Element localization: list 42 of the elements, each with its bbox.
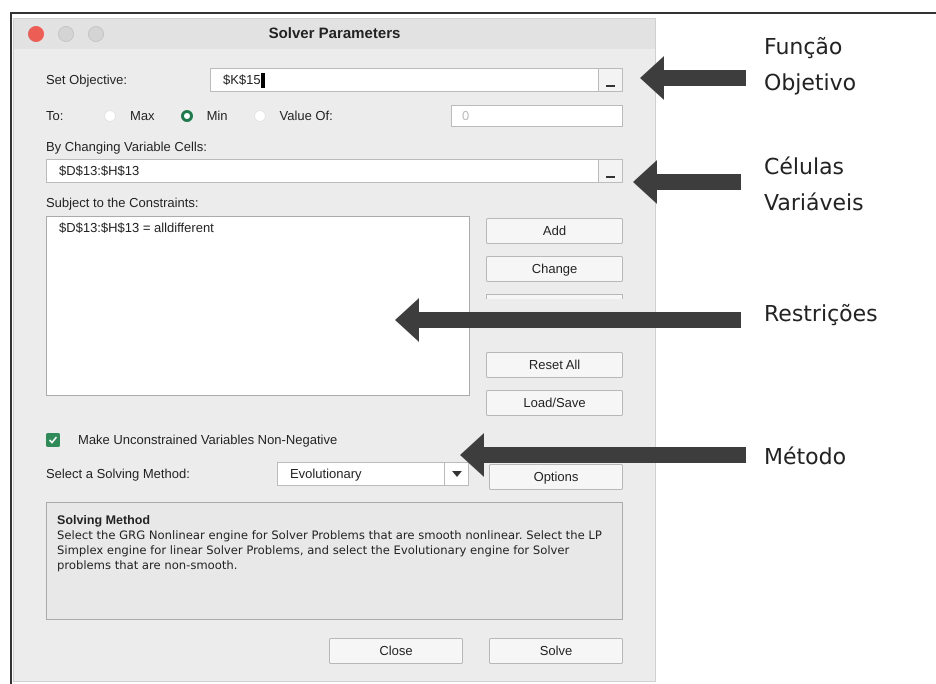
field-label: Subject to the Constraints: [46, 194, 200, 212]
options-button[interactable]: Options [489, 464, 623, 490]
field-label: By Changing Variable Cells: [46, 138, 208, 156]
annotation-text: Método [764, 444, 846, 472]
checkbox[interactable] [46, 432, 60, 447]
check-icon [48, 434, 58, 445]
constraint-button[interactable]: Change [486, 256, 623, 282]
field-label: To: [46, 107, 64, 126]
arrow-icon [633, 160, 741, 204]
footer-button[interactable]: Close [329, 638, 463, 664]
annotation-text: Função [764, 34, 844, 62]
constraint-button[interactable]: Add [486, 218, 623, 244]
radio-option[interactable]: Value Of: [254, 106, 333, 126]
window-title: Solver Parameters [268, 24, 400, 44]
objective-field[interactable]: $K$15 [210, 68, 623, 92]
arrow-icon [640, 56, 746, 100]
collapse-button[interactable] [598, 69, 622, 91]
collapse-button[interactable] [598, 160, 622, 182]
info-title: Solving Method [57, 512, 152, 528]
radio-option[interactable]: Min [180, 106, 228, 126]
constraints-list[interactable]: $D$13:$H$13 = alldifferent [46, 216, 470, 396]
annotation-text: Células [764, 154, 846, 182]
info-text: Select the GRG Nonlinear engine for Solver Problems that are smooth nonlinear. Select the LP Simplex engine for linear Solver Problems, and select the Evolutionary engine for Solver problems that are non-smooth. [57, 528, 603, 572]
field-label: Select a Solving Method: [46, 464, 191, 483]
constraint-button[interactable]: Load/Save [486, 390, 623, 416]
arrow-icon [395, 298, 741, 342]
footer-button[interactable]: Solve [489, 638, 623, 664]
field-label: Set Objective: [46, 71, 128, 90]
caret-icon [452, 470, 462, 476]
annotation-text: Objetivo [764, 70, 856, 98]
close-window-button[interactable] [28, 26, 44, 42]
constraint-item[interactable]: $D$13:$H$13 = alldifferent [59, 218, 469, 238]
variable-cells-field[interactable]: $D$13:$H$13 [46, 158, 623, 182]
minimize-window-button[interactable] [58, 26, 74, 42]
annotation-text: Variáveis [764, 190, 864, 218]
method-dropdown[interactable]: Evolutionary [277, 462, 469, 486]
annotation-text: Restrições [764, 301, 878, 329]
checkbox-label: Make Unconstrained Variables Non-Negative [78, 431, 338, 449]
constraint-button[interactable]: Reset All [486, 352, 623, 378]
radio-icon[interactable] [180, 110, 193, 122]
radio-option[interactable]: Max [104, 106, 155, 126]
zoom-window-button[interactable] [88, 26, 104, 42]
